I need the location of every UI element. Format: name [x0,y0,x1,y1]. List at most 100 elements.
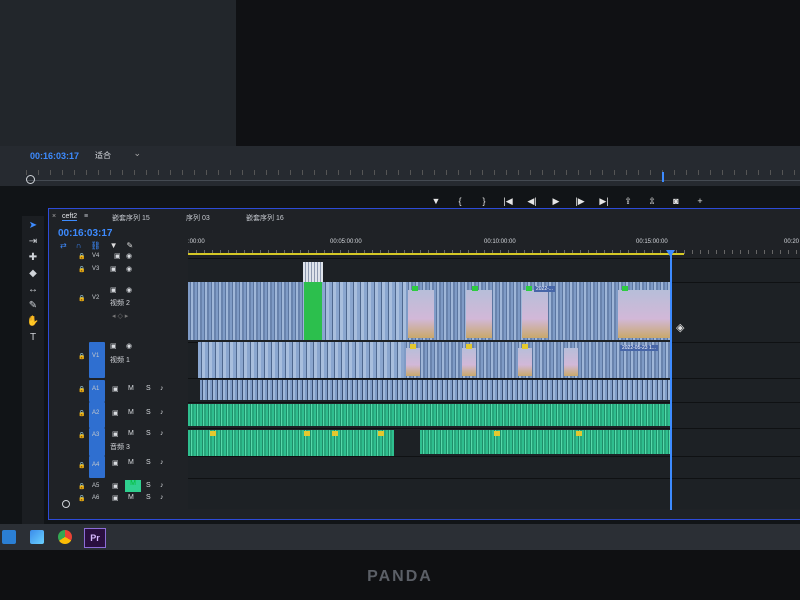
mute-button[interactable]: M [128,385,134,392]
timeline-track-area[interactable]: 2022-... 2022-05-23 1... [188,258,800,509]
mute-button-active[interactable]: M [125,480,141,492]
extract-icon[interactable]: ⇫ [646,196,658,208]
solo-button[interactable]: S [146,459,151,466]
mic-icon[interactable]: ♪ [160,459,164,466]
timeline-timecode[interactable]: 00:16:03:17 [58,228,112,239]
mic-icon[interactable]: ♪ [160,409,164,416]
video-clip[interactable] [188,282,304,340]
type-tool-icon[interactable]: T [26,332,40,344]
lock-icon[interactable]: 🔒 [78,295,85,302]
eye-icon[interactable]: ◉ [126,252,132,260]
snap-icon[interactable]: ∩ [76,241,82,250]
audio-clip[interactable] [200,380,672,400]
track-lane-a5[interactable] [188,478,800,509]
sync-lock-icon[interactable]: ▣ [112,482,119,490]
tab-nested-16[interactable]: 嵌套序列 16 [246,213,284,223]
mute-button[interactable]: M [128,494,134,501]
track-select-tool-icon[interactable]: ⇥ [26,236,40,248]
play-icon[interactable]: ▶ [550,196,562,208]
timeline-zoom-handle-icon[interactable] [62,500,70,508]
button-editor-icon[interactable]: + [694,196,706,208]
mute-button[interactable]: M [128,409,134,416]
lift-icon[interactable]: ⇪ [622,196,634,208]
video-clip[interactable] [322,282,406,340]
lock-icon[interactable]: 🔒 [78,353,85,360]
go-to-out-icon[interactable]: ▶| [598,196,610,208]
lock-icon[interactable]: 🔒 [78,386,85,393]
tab-sequence-03[interactable]: 序列 03 [186,213,210,223]
app-icon[interactable] [30,530,44,544]
audio-clip[interactable] [420,430,672,454]
linked-selection-icon[interactable]: ⛓ [90,241,100,250]
source-patch-v1[interactable] [89,342,105,378]
step-forward-icon[interactable]: |▶ [574,196,586,208]
mic-icon[interactable]: ♪ [160,430,164,437]
pen-tool-icon[interactable]: ✎ [26,300,40,312]
sync-lock-icon[interactable]: ▣ [112,430,119,438]
track-lane-a4[interactable] [188,456,800,479]
program-playhead[interactable] [662,172,664,182]
sync-lock-icon[interactable]: ▣ [112,459,119,467]
solo-button[interactable]: S [146,482,151,489]
sync-lock-icon[interactable]: ▣ [112,409,119,417]
audio-clip[interactable] [188,454,394,456]
tab-nested-15[interactable]: 嵌套序列 15 [112,213,150,223]
slip-tool-icon[interactable]: ↔ [26,284,40,296]
sync-lock-icon[interactable]: ▣ [110,265,117,273]
hand-tool-icon[interactable]: ✋ [26,316,40,328]
mute-button[interactable]: M [128,459,134,466]
solo-button[interactable]: S [146,385,151,392]
zoom-handle-icon[interactable] [26,175,35,184]
solo-button[interactable]: S [146,494,151,501]
eye-icon[interactable]: ◉ [126,342,132,350]
chrome-icon[interactable] [58,530,72,544]
lock-icon[interactable]: 🔒 [78,483,85,490]
step-back-icon[interactable]: ◀| [526,196,538,208]
sync-lock-icon[interactable]: ▣ [110,342,117,350]
razor-tool-icon[interactable]: ◆ [26,268,40,280]
solo-button[interactable]: S [146,409,151,416]
video-clip[interactable] [198,342,404,378]
lock-icon[interactable]: 🔒 [78,253,85,260]
lock-icon[interactable]: 🔒 [78,495,85,502]
lock-icon[interactable]: 🔒 [78,462,85,469]
program-monitor-ruler[interactable] [26,170,800,181]
video-clip[interactable] [303,262,323,282]
sync-lock-icon[interactable]: ▣ [114,252,121,260]
program-timecode[interactable]: 00:16:03:17 [30,151,79,161]
zoom-level-select[interactable]: 适合 [95,148,143,162]
sync-lock-icon[interactable]: ▣ [110,286,117,294]
timeline-playhead[interactable] [670,252,672,510]
track-lane-v3[interactable] [188,258,800,283]
mic-icon[interactable]: ♪ [160,482,164,489]
lock-icon[interactable]: 🔒 [78,266,85,273]
mic-icon[interactable]: ♪ [160,494,164,501]
audio-clip[interactable] [188,404,672,426]
add-marker-icon[interactable]: ▼ [110,241,118,250]
sync-lock-icon[interactable]: ▣ [112,494,119,502]
eye-icon[interactable]: ◉ [126,265,132,273]
mute-button[interactable]: M [128,430,134,437]
audio-clip[interactable] [188,430,394,454]
go-to-in-icon[interactable]: |◀ [502,196,514,208]
sync-lock-icon[interactable]: ▣ [112,385,119,393]
tab-menu-icon[interactable]: ≡ [84,213,88,220]
mark-out-icon[interactable]: } [478,196,490,208]
insert-sequence-icon[interactable]: ⇄ [60,241,67,250]
close-icon[interactable]: × [52,213,56,220]
work-area-bar[interactable] [188,253,684,255]
lock-icon[interactable]: 🔒 [78,410,85,417]
premiere-pro-icon[interactable]: Pr [84,528,106,548]
ripple-edit-tool-icon[interactable]: ✚ [26,252,40,264]
keyframe-nav-icon[interactable]: ◂ ◇ ▸ [112,312,128,320]
video-clip[interactable] [304,282,322,340]
solo-button[interactable]: S [146,430,151,437]
settings-wrench-icon[interactable]: ✎ [127,241,134,250]
selection-tool-icon[interactable]: ➤ [26,220,40,232]
task-view-icon[interactable] [2,530,16,544]
eye-icon[interactable]: ◉ [126,286,132,294]
add-marker-icon[interactable]: ▼ [430,196,442,208]
export-frame-icon[interactable]: ◙ [670,196,682,208]
mark-in-icon[interactable]: { [454,196,466,208]
tab-ceft2[interactable]: ceft2 [62,213,78,221]
